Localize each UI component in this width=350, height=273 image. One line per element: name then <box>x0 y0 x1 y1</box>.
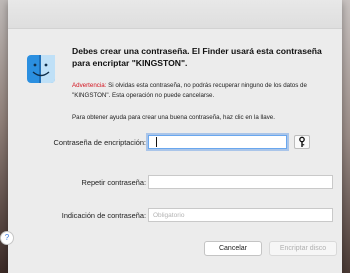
dialog-title: Debes crear una contraseña. El Finder us… <box>72 46 322 68</box>
repeat-password-label: Repetir contraseña: <box>81 178 147 187</box>
window-titlebar <box>8 0 342 29</box>
password-hint-label: Indicación de contraseña: <box>61 211 146 220</box>
password-hint-field[interactable] <box>148 208 333 222</box>
desktop-background-right <box>342 0 350 273</box>
warning-label: Advertencia: <box>72 82 107 89</box>
encrypt-disk-sheet: Debes crear una contraseña. El Finder us… <box>8 0 342 273</box>
finder-icon <box>27 55 55 83</box>
password-label: Contraseña de encriptación: <box>53 138 146 147</box>
help-button[interactable]: ? <box>0 231 14 245</box>
warning-text: Si olvidas esta contraseña, no podrás re… <box>72 82 307 99</box>
encrypt-disk-button[interactable]: Encriptar disco <box>269 241 337 256</box>
key-icon <box>299 136 305 147</box>
warning-message: Advertencia: Si olvidas esta contraseña,… <box>72 81 340 101</box>
password-assistant-button[interactable] <box>294 135 310 149</box>
repeat-password-field[interactable] <box>148 175 333 189</box>
help-text: Para obtener ayuda para crear una buena … <box>72 114 275 121</box>
password-field[interactable] <box>148 135 287 149</box>
cancel-button[interactable]: Cancelar <box>204 241 262 256</box>
text-caret <box>156 137 157 147</box>
